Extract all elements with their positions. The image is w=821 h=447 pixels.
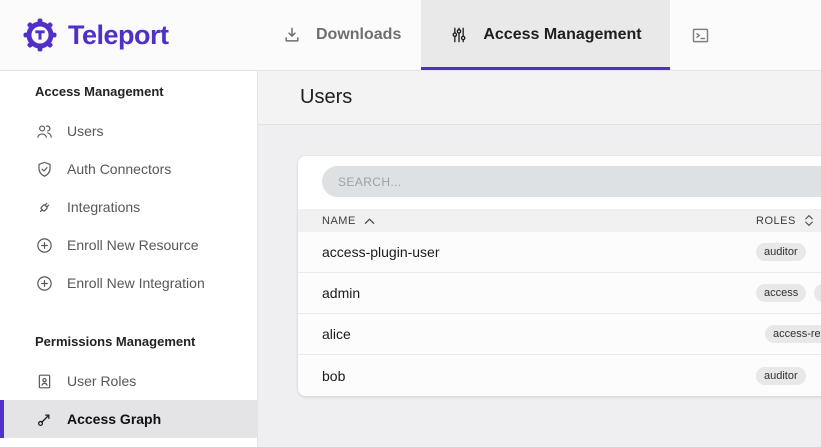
tab-access-management[interactable]: Access Management [421, 0, 669, 70]
sidebar-item-label: Access Graph [67, 411, 161, 427]
sidebar-item-user-roles[interactable]: User Roles [0, 362, 257, 400]
role-pill: auditor [756, 243, 806, 261]
brand-name: Teleport [68, 20, 169, 51]
users-card: NAME ROLES [298, 156, 821, 396]
sidebar-item-auth-connectors[interactable]: Auth Connectors [0, 150, 257, 188]
column-roles-label: ROLES [756, 215, 796, 227]
role-pill: access-requ [765, 325, 821, 343]
sidebar-item-label: Enroll New Resource [67, 237, 199, 253]
user-roles-cell: access a [756, 284, 821, 302]
sidebar-item-access-graph[interactable]: Access Graph [0, 400, 257, 438]
table-row[interactable]: access-plugin-user auditor [298, 232, 821, 273]
role-pill: a [814, 284, 821, 302]
sort-asc-icon [364, 217, 375, 225]
plug-icon [35, 198, 54, 217]
column-header-roles[interactable]: ROLES [756, 214, 814, 227]
search-row [298, 156, 821, 209]
table-row[interactable]: admin access a [298, 273, 821, 314]
sidebar-item-enroll-new-resource[interactable]: Enroll New Resource [0, 226, 257, 264]
users-icon [35, 122, 54, 141]
shield-check-icon [35, 160, 54, 179]
sidebar-item-label: Integrations [67, 199, 140, 215]
sidebar-section-permissions-management: Permissions Management User Roles [0, 332, 257, 438]
user-name-cell: bob [298, 368, 345, 384]
sidebar-item-label: User Roles [67, 373, 136, 389]
sidebar-item-label: Users [67, 123, 104, 139]
column-header-name[interactable]: NAME [298, 215, 375, 227]
tab-downloads-label: Downloads [316, 26, 401, 44]
role-pill: access [756, 284, 806, 302]
search-input[interactable] [322, 166, 821, 197]
tab-access-management-label: Access Management [483, 26, 641, 44]
user-name-cell: alice [298, 326, 351, 342]
user-roles-cell: auditor [756, 367, 806, 385]
sidebar: Access Management Users [0, 71, 258, 447]
tab-terminal[interactable] [670, 0, 731, 70]
user-name-cell: access-plugin-user [298, 244, 440, 260]
sidebar-item-users[interactable]: Users [0, 112, 257, 150]
id-badge-icon [35, 372, 54, 391]
tab-downloads[interactable]: Downloads [262, 0, 421, 70]
table-row[interactable]: bob auditor [298, 355, 821, 396]
user-roles-cell: auditor [756, 243, 806, 261]
page-title: Users [300, 86, 352, 109]
page-header: Users [258, 71, 821, 125]
table-row[interactable]: alice access-requ [298, 314, 821, 355]
sidebar-item-enroll-new-integration[interactable]: Enroll New Integration [0, 264, 257, 302]
plus-circle-icon [35, 274, 54, 293]
user-name-cell: admin [298, 285, 360, 301]
sidebar-item-integrations[interactable]: Integrations [0, 188, 257, 226]
role-pill: auditor [756, 367, 806, 385]
main-area: Users NAME R [258, 71, 821, 447]
sidebar-item-label: Enroll New Integration [67, 275, 205, 291]
column-name-label: NAME [322, 215, 356, 227]
content-area: NAME ROLES [258, 125, 821, 447]
sidebar-heading-permissions-management: Permissions Management [0, 332, 257, 352]
sidebar-section-access-management: Access Management Users [0, 82, 257, 302]
top-tabs: Downloads Access Management [262, 0, 731, 70]
top-nav: Teleport Downloads Access Management [0, 0, 821, 71]
download-icon [282, 25, 302, 45]
teleport-gear-icon [22, 17, 58, 53]
sidebar-heading-access-management: Access Management [0, 82, 257, 102]
sidebar-item-label: Auth Connectors [67, 161, 171, 177]
user-roles-cell: access-requ [765, 325, 821, 343]
sliders-icon [449, 25, 469, 45]
graph-arrow-icon [35, 410, 54, 429]
sort-both-icon [804, 214, 814, 227]
terminal-icon [690, 25, 711, 46]
plus-circle-icon [35, 236, 54, 255]
teleport-logo[interactable]: Teleport [0, 0, 262, 70]
table-header: NAME ROLES [298, 209, 821, 232]
